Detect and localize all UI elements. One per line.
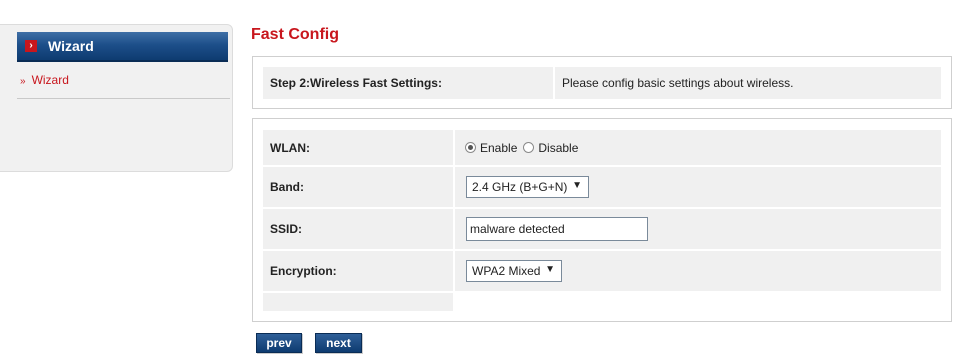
step-description: Please config basic settings about wirel…: [562, 76, 794, 90]
band-select-value: 2.4 GHz (B+G+N): [472, 180, 568, 194]
wlan-enable-label: Enable: [480, 140, 518, 155]
empty-row-cell: [263, 293, 453, 311]
encryption-label: Encryption:: [270, 264, 337, 278]
wlan-label: WLAN:: [270, 140, 310, 155]
chevron-right-icon: ›: [25, 40, 37, 52]
encryption-label-cell: Encryption:: [263, 251, 453, 291]
ssid-label: SSID:: [270, 222, 303, 236]
sidebar-header-label: Wizard: [48, 38, 94, 54]
sidebar-item-label: Wizard: [31, 73, 69, 87]
ssid-input-value: malware detected: [470, 222, 565, 236]
page-title: Fast Config: [251, 26, 339, 43]
step-label: Step 2:Wireless Fast Settings:: [270, 76, 442, 90]
wlan-enable-radio[interactable]: [465, 142, 476, 153]
wlan-label-cell: WLAN:: [263, 130, 453, 165]
step-label-cell: Step 2:Wireless Fast Settings:: [263, 67, 553, 99]
next-button[interactable]: next: [315, 333, 362, 353]
ssid-label-cell: SSID:: [263, 209, 453, 249]
step-panel: Step 2:Wireless Fast Settings: Please co…: [252, 56, 952, 109]
ssid-input[interactable]: malware detected: [466, 217, 648, 241]
wireless-settings-panel: WLAN: Enable Disable Band: 2.4 GHz (B+G+…: [252, 118, 952, 322]
sidebar-header[interactable]: › Wizard: [17, 32, 228, 62]
wlan-disable-label: Disable: [538, 140, 579, 155]
encryption-select[interactable]: WPA2 Mixed ▼: [466, 260, 562, 282]
band-select[interactable]: 2.4 GHz (B+G+N) ▼: [466, 176, 589, 198]
step-description-cell: Please config basic settings about wirel…: [555, 67, 941, 99]
prev-button[interactable]: prev: [256, 333, 302, 353]
dropdown-arrow-icon: ▼: [545, 264, 555, 275]
wlan-disable-radio[interactable]: [523, 142, 535, 153]
wlan-options-cell: Enable Disable: [455, 130, 941, 165]
band-label-cell: Band:: [263, 167, 453, 207]
band-label: Band:: [270, 180, 304, 194]
encryption-select-value: WPA2 Mixed: [472, 264, 541, 278]
double-chevron-icon: »: [20, 76, 26, 87]
dropdown-arrow-icon: ▼: [572, 180, 582, 191]
sidebar-item-wizard[interactable]: » Wizard: [17, 73, 230, 99]
